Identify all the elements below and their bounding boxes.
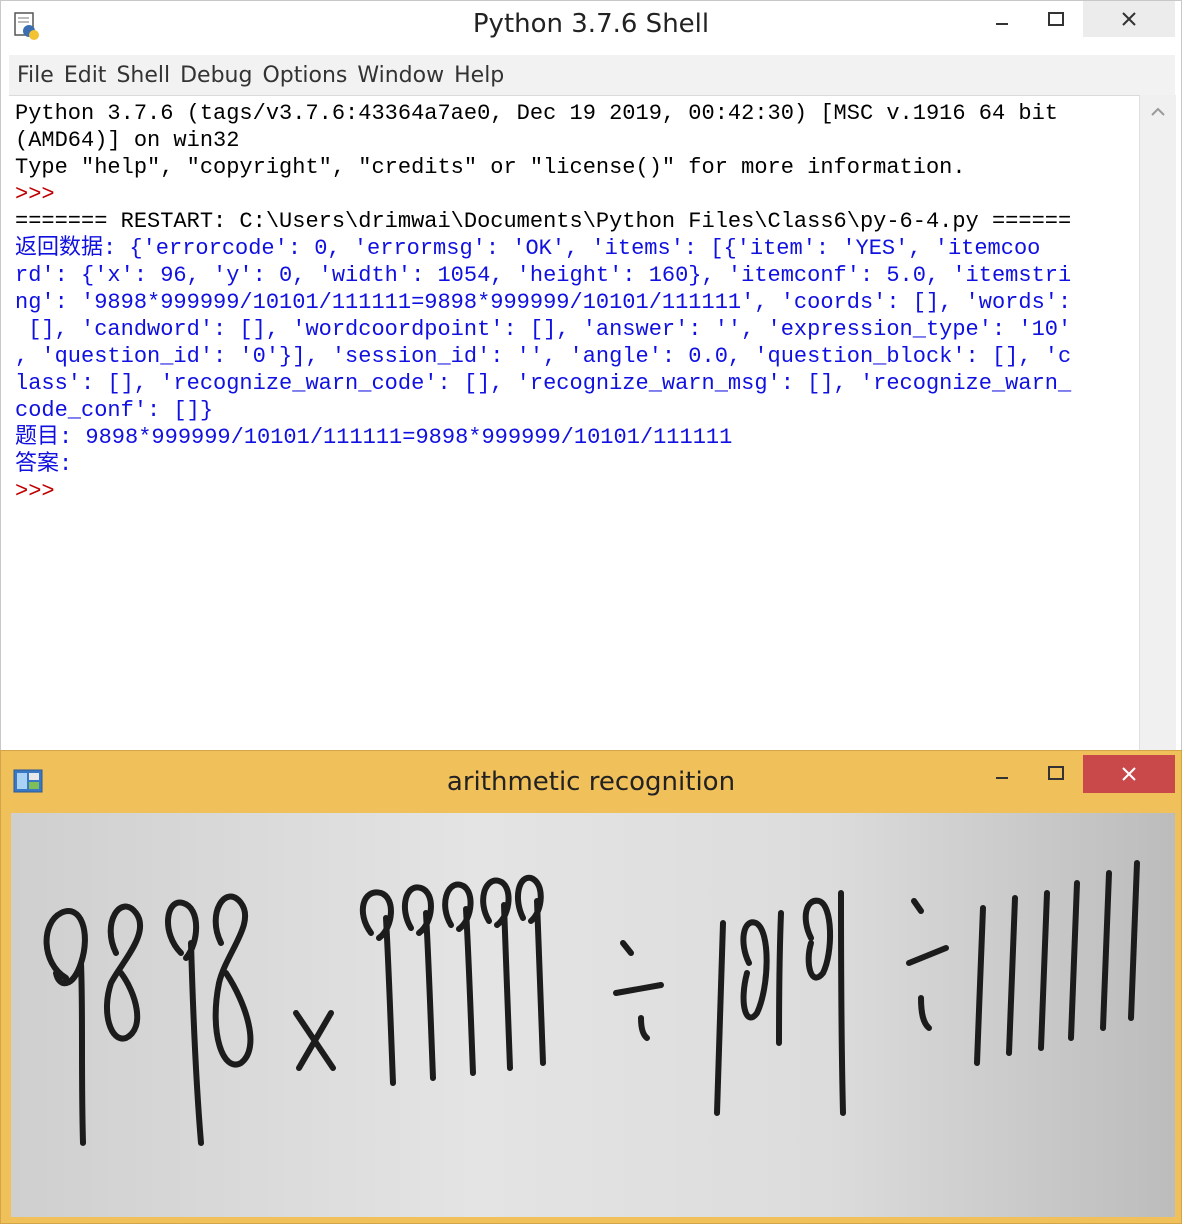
minimize-button[interactable] (979, 1, 1025, 37)
menu-edit[interactable]: Edit (64, 63, 107, 88)
handwriting-drawing (43, 860, 1140, 1146)
menu-debug[interactable]: Debug (180, 63, 252, 88)
menu-options[interactable]: Options (262, 63, 347, 88)
menu-file[interactable]: File (17, 63, 54, 88)
recognition-titlebar[interactable]: arithmetic recognition (1, 751, 1181, 811)
close-icon (1122, 767, 1136, 781)
close-button[interactable] (1083, 1, 1175, 37)
menu-help[interactable]: Help (454, 63, 504, 88)
menu-window[interactable]: Window (357, 63, 444, 88)
console-line: ======= RESTART: C:\Users\drimwai\Docume… (15, 209, 1072, 234)
close-icon (1122, 12, 1136, 26)
vertical-scrollbar[interactable] (1139, 95, 1176, 751)
console-output-line: [], 'candword': [], 'wordcoordpoint': []… (15, 317, 1072, 342)
maximize-button[interactable] (1031, 755, 1081, 791)
console-output-line: rd': {'x': 96, 'y': 0, 'width': 1054, 'h… (15, 263, 1072, 288)
close-button[interactable] (1083, 755, 1175, 793)
menu-shell[interactable]: Shell (116, 63, 170, 88)
maximize-icon (1048, 766, 1064, 780)
menu-bar: File Edit Shell Debug Options Window Hel… (9, 55, 1175, 95)
maximize-icon (1048, 12, 1064, 26)
console-output-line: ng': '9898*999999/10101/111111=9898*9999… (15, 290, 1072, 315)
minimize-button[interactable] (979, 755, 1025, 791)
console-line: Type "help", "copyright", "credits" or "… (15, 155, 966, 180)
maximize-button[interactable] (1031, 1, 1081, 37)
console-output-line: 返回数据: {'errorcode': 0, 'errormsg': 'OK',… (15, 236, 1041, 261)
scroll-up-arrow-icon[interactable] (1150, 105, 1166, 117)
console-output-line: lass': [], 'recognize_warn_code': [], 'r… (15, 371, 1072, 396)
console-output-line: code_conf': []} (15, 398, 214, 423)
recognition-window: arithmetic recognition (0, 750, 1182, 1224)
console-output-line: 题目: 9898*999999/10101/111111=9898*999999… (15, 425, 733, 450)
console-prompt: >>> (15, 182, 68, 207)
shell-titlebar[interactable]: Python 3.7.6 Shell (1, 1, 1181, 51)
console-output-line: 答案: (15, 452, 73, 477)
minimize-icon (996, 23, 1008, 25)
console-line: Python 3.7.6 (tags/v3.7.6:43364a7ae0, De… (15, 101, 1058, 126)
shell-console[interactable]: Python 3.7.6 (tags/v3.7.6:43364a7ae0, De… (9, 95, 1139, 752)
console-line: (AMD64)] on win32 (15, 128, 240, 153)
python-shell-window: Python 3.7.6 Shell File Edit Shell Debug… (0, 0, 1182, 752)
console-output-line: , 'question_id': '0'}], 'session_id': ''… (15, 344, 1072, 369)
console-text: Python 3.7.6 (tags/v3.7.6:43364a7ae0, De… (9, 96, 1139, 505)
minimize-icon (996, 777, 1008, 779)
console-prompt[interactable]: >>> (15, 479, 68, 504)
handwritten-expression-image (11, 813, 1175, 1217)
